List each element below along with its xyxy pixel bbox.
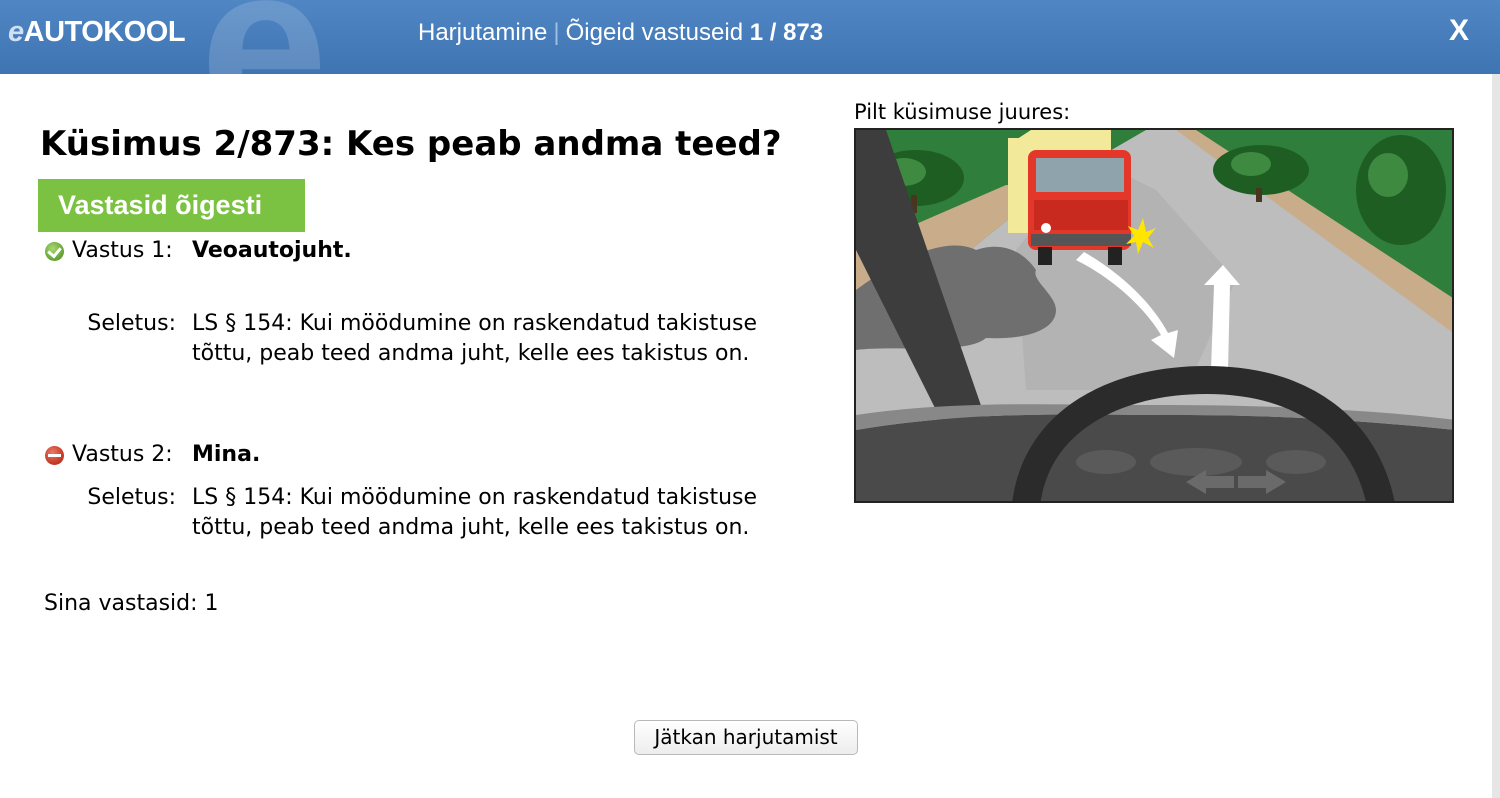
question-picture	[854, 128, 1454, 503]
scrollbar-track[interactable]	[1492, 74, 1500, 798]
progress-header: Harjutamine | Õigeid vastuseid 1 / 873	[418, 19, 823, 47]
header-separator: |	[553, 19, 560, 46]
traffic-scene-illustration	[856, 130, 1452, 501]
explanation-1-label: Seletus:	[87, 311, 176, 336]
continue-practice-button[interactable]: Jätkan harjutamist	[634, 720, 858, 755]
picture-label: Pilt küsimuse juures:	[854, 100, 1071, 124]
correct-answers-count: 1 / 873	[749, 19, 824, 46]
explanation-2-label: Seletus:	[87, 485, 176, 510]
top-bar: e eAUTOKOOL Harjutamine|Õigeid vastuseid…	[0, 0, 1500, 74]
answer-1-text: Veoautojuht.	[192, 238, 352, 263]
logo-watermark: e	[200, 0, 328, 74]
close-button[interactable]: X	[1449, 14, 1469, 48]
answer-2-text: Mina.	[192, 442, 261, 467]
minus-circle-icon	[45, 446, 64, 465]
eautokool-logo: eAUTOKOOL	[8, 16, 186, 49]
explanation-1-text: LS § 154: Kui möödumine on raskendatud t…	[192, 311, 758, 366]
answer-2-label: Vastus 2:	[72, 442, 173, 467]
result-badge: Vastasid õigesti	[38, 179, 305, 232]
correct-answers-label: Õigeid vastuseid	[565, 19, 744, 46]
check-circle-icon	[45, 242, 64, 261]
explanation-2-text: LS § 154: Kui möödumine on raskendatud t…	[192, 485, 758, 540]
answer-1-label: Vastus 1:	[72, 238, 173, 263]
logo-text: AUTOKOOL	[23, 16, 186, 48]
mode-label: Harjutamine	[418, 19, 548, 46]
question-title: Küsimus 2/873: Kes peab andma teed?	[40, 124, 782, 164]
logo-prefix: e	[8, 16, 24, 48]
your-answer: Sina vastasid: 1	[44, 591, 219, 616]
